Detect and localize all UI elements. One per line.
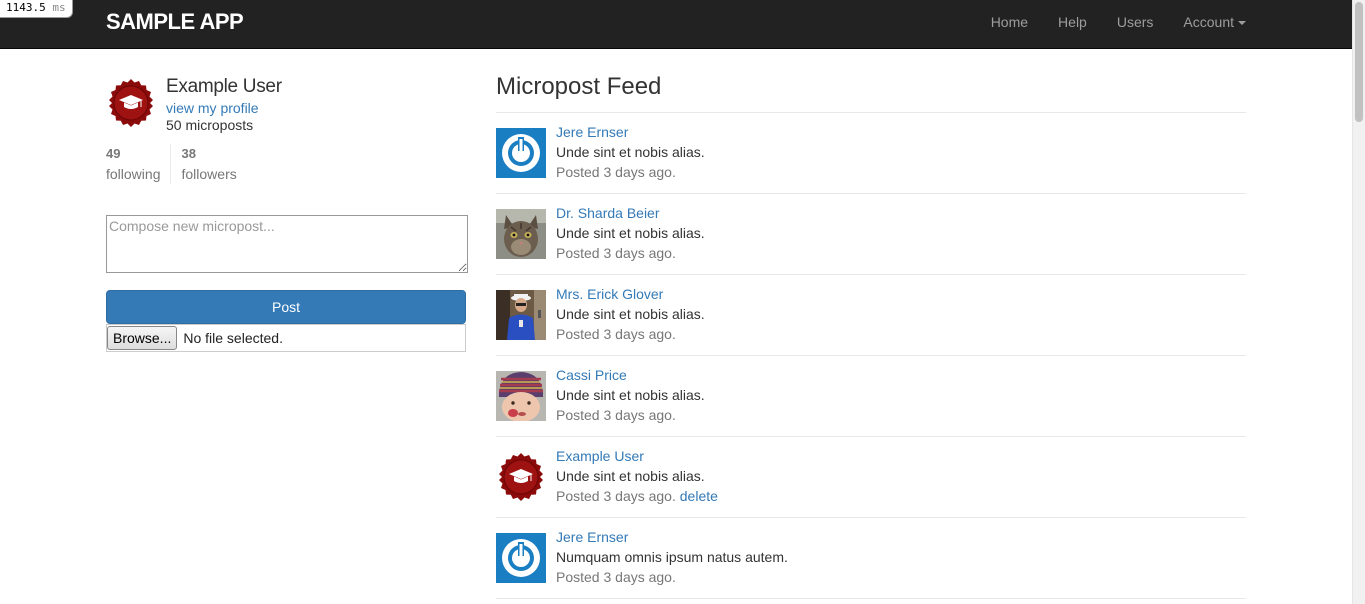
nav-users-link[interactable]: Users (1102, 0, 1169, 48)
post-timestamp: Posted 3 days ago. (556, 567, 676, 587)
following-count: 49 (106, 146, 121, 161)
feed-item: Mrs. Erick Glover Unde sint et nobis ali… (496, 275, 1246, 356)
post-user-link[interactable]: Jere Ernser (556, 527, 628, 547)
feed-title: Micropost Feed (496, 73, 662, 100)
followers-count: 38 (181, 146, 196, 161)
page-scrollbar[interactable] (1352, 0, 1365, 604)
post-time-text: Posted 3 days ago. (556, 164, 676, 180)
post-content: Unde sint et nobis alias. (556, 225, 705, 241)
micropost-count: 50 microposts (166, 117, 254, 133)
nav-help-link[interactable]: Help (1043, 0, 1102, 48)
post-content: Unde sint et nobis alias. (556, 144, 705, 160)
power-logo-avatar-icon[interactable] (496, 533, 546, 583)
user-name: Example User (166, 76, 282, 97)
post-user-link[interactable]: Mrs. Erick Glover (556, 284, 663, 304)
render-time-badge: 1143.5 ms (0, 0, 73, 18)
post-content: Unde sint et nobis alias. (556, 306, 705, 322)
graduation-cap-avatar-icon[interactable] (106, 78, 156, 128)
nav-account-label: Account (1183, 14, 1234, 30)
caret-down-icon (1238, 21, 1246, 26)
graduation-cap-avatar-icon[interactable] (496, 452, 546, 502)
following-label: following (106, 166, 161, 182)
delete-post-link[interactable]: delete (680, 488, 718, 504)
scrollbar-thumb[interactable] (1355, 2, 1363, 122)
nav-home-link[interactable]: Home (976, 0, 1043, 48)
feed-item: Example User Unde sint et nobis alias. P… (496, 437, 1246, 518)
post-content: Unde sint et nobis alias. (556, 468, 705, 484)
brand-logo-link[interactable]: SAMPLE APP (106, 9, 244, 35)
post-user-link[interactable]: Example User (556, 446, 644, 466)
power-logo-avatar-icon[interactable] (496, 128, 546, 178)
post-time-text: Posted 3 days ago. (556, 488, 676, 504)
post-content: Numquam omnis ipsum natus autem. (556, 549, 788, 565)
post-user-link[interactable]: Jere Ernser (556, 122, 628, 142)
user-info: Example User view my profile 50 micropos… (106, 76, 466, 136)
render-time-value: 1143.5 (6, 1, 46, 14)
post-timestamp: Posted 3 days ago. delete (556, 486, 718, 506)
file-status-text: No file selected. (183, 330, 283, 346)
post-user-link[interactable]: Cassi Price (556, 365, 627, 385)
render-time-unit: ms (52, 1, 66, 14)
person-photo-avatar-icon[interactable] (496, 290, 546, 340)
feed-item: Jere Ernser Numquam omnis ipsum natus au… (496, 518, 1246, 599)
child-photo-avatar-icon[interactable] (496, 371, 546, 421)
post-time-text: Posted 3 days ago. (556, 245, 676, 261)
compose-micropost-textarea[interactable] (106, 215, 468, 273)
feed-item: Dr. Sharda Beier Unde sint et nobis alia… (496, 194, 1246, 275)
nav-account-dropdown[interactable]: Account (1168, 0, 1246, 48)
browse-button[interactable]: Browse... (107, 326, 178, 350)
feed-item: Cassi Price Unde sint et nobis alias. Po… (496, 356, 1246, 437)
main-nav: Home Help Users Account (976, 0, 1246, 48)
post-timestamp: Posted 3 days ago. (556, 162, 676, 182)
followers-label: followers (181, 166, 237, 182)
post-time-text: Posted 3 days ago. (556, 326, 676, 342)
feed-item: Jere Ernser Unde sint et nobis alias. Po… (496, 113, 1246, 194)
post-time-text: Posted 3 days ago. (556, 569, 676, 585)
post-time-text: Posted 3 days ago. (556, 407, 676, 423)
post-timestamp: Posted 3 days ago. (556, 405, 676, 425)
cat-photo-avatar-icon[interactable] (496, 209, 546, 259)
feed-list: Jere Ernser Unde sint et nobis alias. Po… (496, 112, 1246, 599)
post-user-link[interactable]: Dr. Sharda Beier (556, 203, 660, 223)
image-file-input[interactable]: Browse... No file selected. (106, 324, 466, 352)
post-timestamp: Posted 3 days ago. (556, 243, 676, 263)
post-content: Unde sint et nobis alias. (556, 387, 705, 403)
followers-stat-link[interactable]: 38 followers (170, 144, 246, 184)
follow-stats: 49 following 38 followers (106, 144, 247, 184)
post-button[interactable]: Post (106, 290, 466, 324)
top-navbar: SAMPLE APP Home Help Users Account (0, 0, 1353, 49)
post-timestamp: Posted 3 days ago. (556, 324, 676, 344)
following-stat-link[interactable]: 49 following (106, 144, 170, 184)
